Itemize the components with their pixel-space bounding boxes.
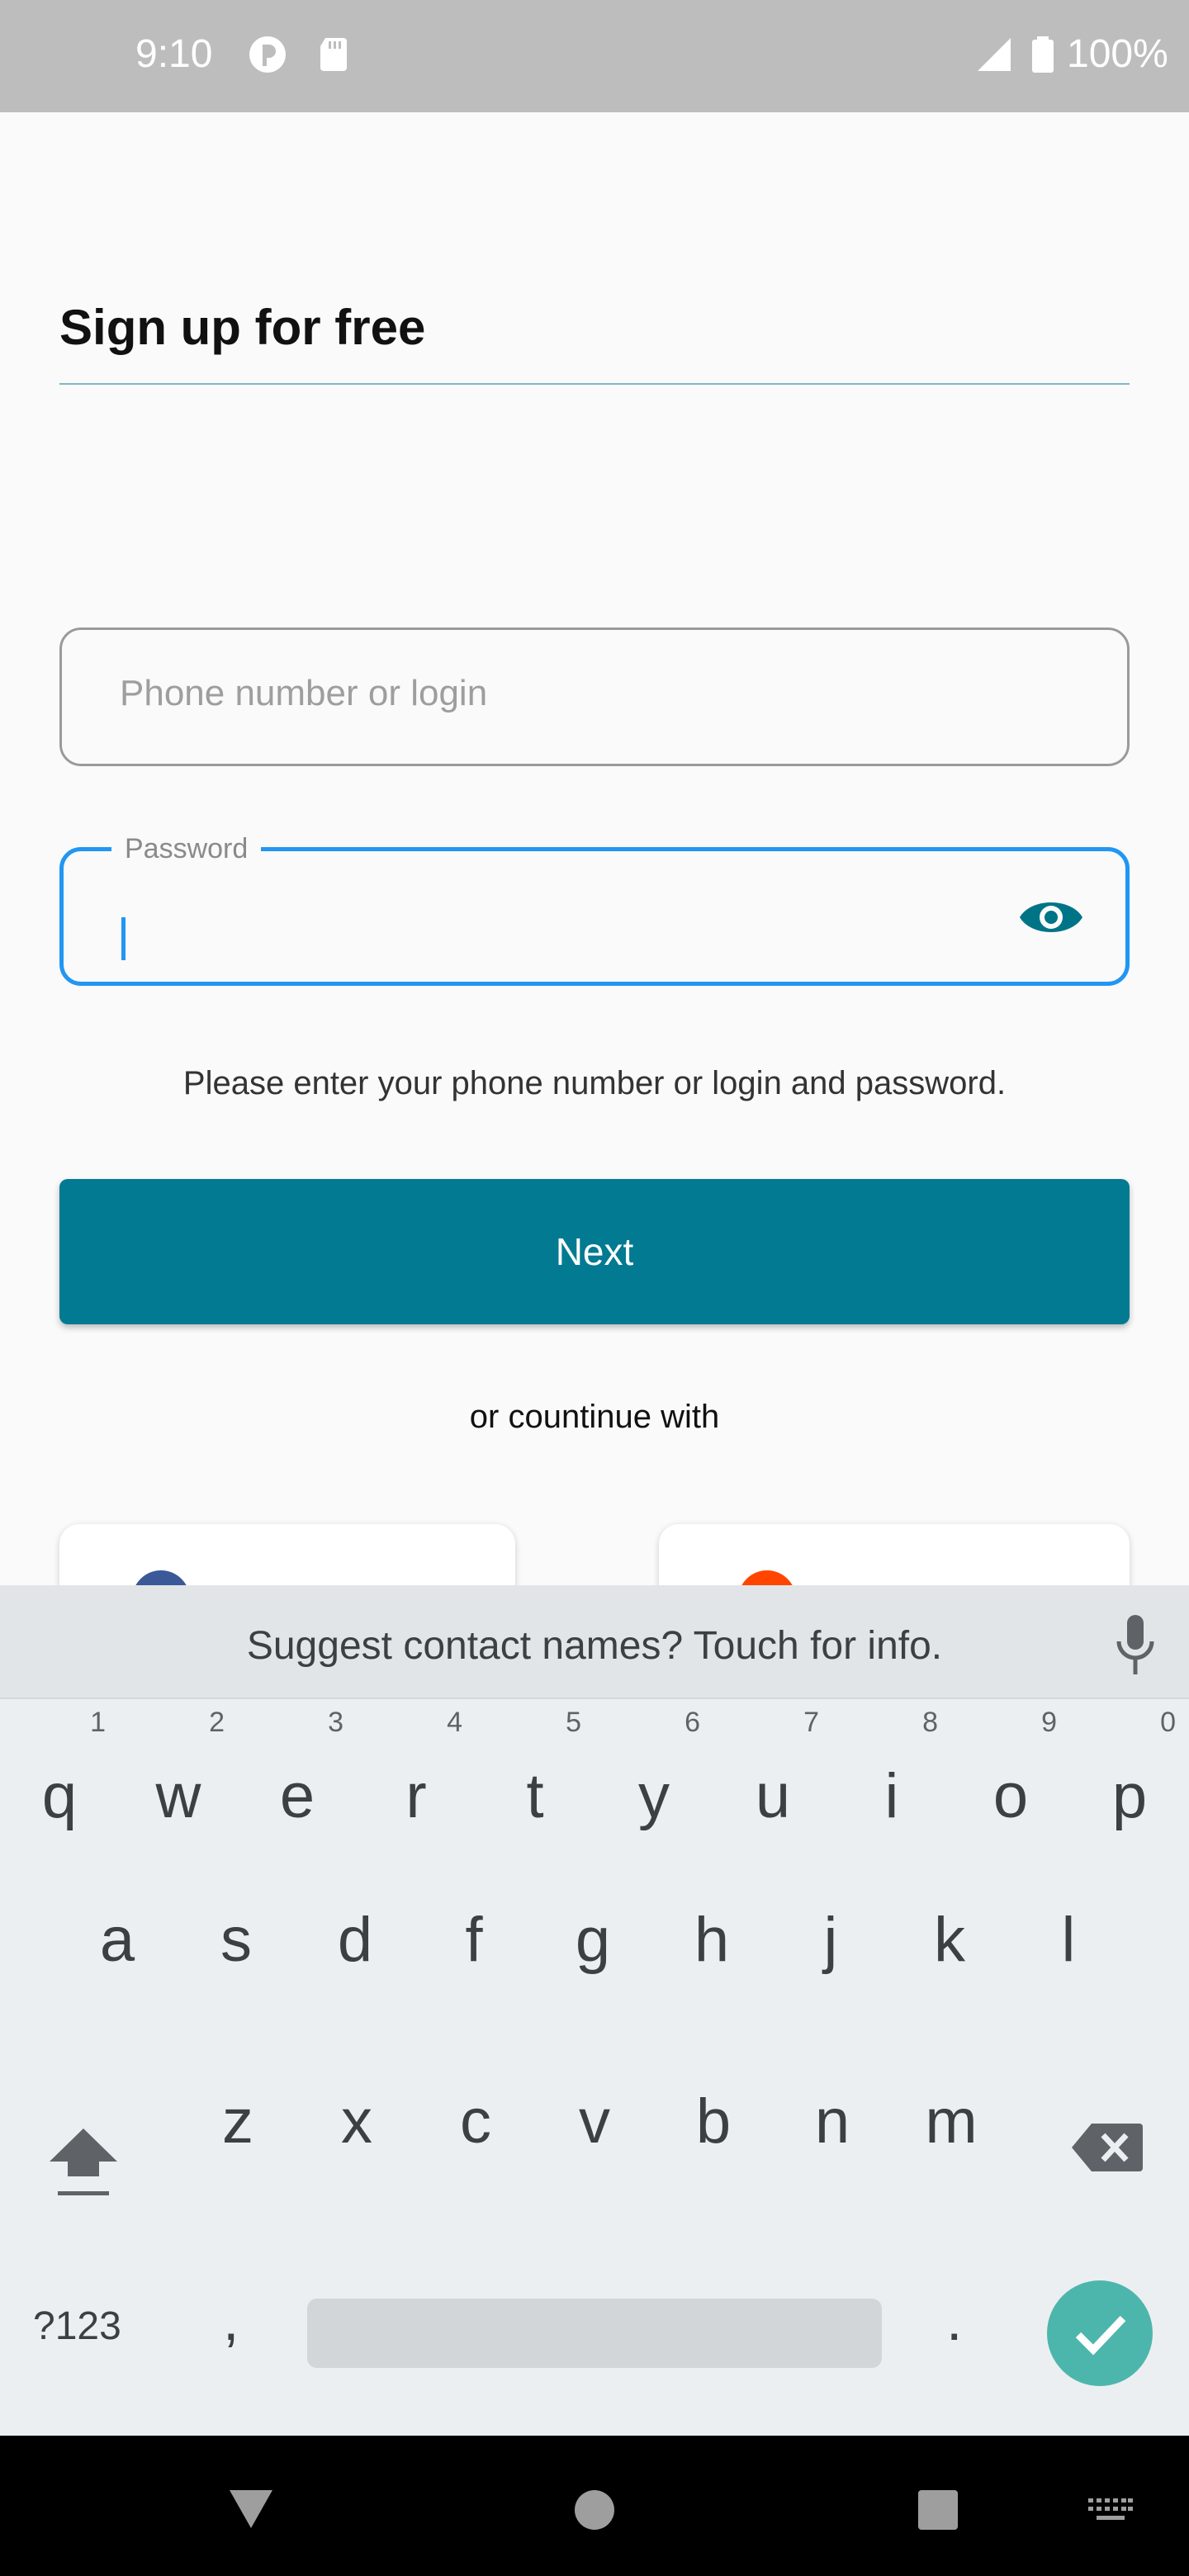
recents-nav-icon[interactable] [917, 2488, 959, 2531]
key-letter: u [755, 1761, 791, 1831]
symbols-key[interactable]: ?123 [33, 2304, 121, 2349]
or-continue-text: or countinue with [469, 1399, 720, 1435]
phone-login-placeholder: Phone number or login [120, 673, 488, 713]
suggestion-strip[interactable]: Suggest contact names? Touch for info. [0, 1585, 1189, 1699]
key-hint-number: 2 [209, 1707, 225, 1738]
key-z[interactable]: z [180, 2064, 296, 2229]
key-h[interactable]: h [654, 1882, 770, 2048]
key-s[interactable]: s [178, 1882, 294, 2048]
home-nav-icon[interactable] [573, 2488, 616, 2531]
key-hint-number: 1 [90, 1707, 106, 1738]
key-letter: o [992, 1761, 1029, 1831]
key-u[interactable]: 7u [715, 1706, 831, 1871]
shift-icon[interactable] [46, 2124, 121, 2198]
key-p[interactable]: 0p [1072, 1706, 1187, 1871]
key-q[interactable]: 1q [2, 1706, 117, 1871]
battery-icon [1032, 36, 1054, 73]
enter-key[interactable] [1047, 2280, 1153, 2386]
helper-text: Please enter your phone number or login … [182, 1065, 1007, 1101]
soft-keyboard: Suggest contact names? Touch for info. 1… [0, 1585, 1189, 2436]
key-hint-number: 0 [1160, 1707, 1176, 1738]
key-j[interactable]: j [773, 1882, 888, 2048]
period-key[interactable]: . [946, 2287, 962, 2353]
show-password-icon[interactable] [1018, 893, 1084, 942]
comma-key[interactable]: , [223, 2287, 239, 2353]
key-hint-number: 3 [328, 1707, 343, 1738]
key-v[interactable]: v [537, 2064, 652, 2229]
title-divider [59, 383, 1130, 385]
key-letter: t [526, 1761, 544, 1831]
status-bar: 9:10 100% [0, 0, 1189, 112]
key-m[interactable]: m [893, 2064, 1009, 2229]
key-t[interactable]: 5t [477, 1706, 593, 1871]
key-n[interactable]: n [775, 2064, 890, 2229]
page-title: Sign up for free [59, 300, 426, 355]
keyboard-switch-icon[interactable] [1088, 2498, 1133, 2523]
key-letter: p [1111, 1761, 1148, 1831]
signal-icon [978, 38, 1011, 71]
key-letter: i [884, 1761, 899, 1831]
status-time: 9:10 [135, 32, 213, 76]
password-field[interactable]: Password [59, 833, 1130, 986]
key-o[interactable]: 9o [953, 1706, 1068, 1871]
key-e[interactable]: 3e [239, 1706, 355, 1871]
key-a[interactable]: a [59, 1882, 175, 2048]
password-label: Password [111, 833, 262, 865]
key-c[interactable]: c [418, 2064, 533, 2229]
key-hint-number: 5 [566, 1707, 581, 1738]
key-r[interactable]: 4r [358, 1706, 474, 1871]
key-k[interactable]: k [892, 1882, 1007, 2048]
suggestion-text: Suggest contact names? Touch for info. [246, 1624, 943, 1668]
next-button[interactable]: Next [59, 1179, 1130, 1324]
key-b[interactable]: b [656, 2064, 771, 2229]
key-g[interactable]: g [535, 1882, 651, 2048]
key-letter: y [638, 1761, 670, 1831]
key-w[interactable]: 2w [121, 1706, 236, 1871]
key-l[interactable]: l [1011, 1882, 1126, 2048]
navigation-bar [0, 2436, 1189, 2576]
back-nav-icon[interactable] [228, 2488, 274, 2530]
key-hint-number: 9 [1041, 1707, 1057, 1738]
key-y[interactable]: 6y [596, 1706, 712, 1871]
key-hint-number: 7 [803, 1707, 819, 1738]
checkmark-icon [1075, 2315, 1126, 2356]
key-f[interactable]: f [416, 1882, 532, 2048]
battery-percentage: 100% [1067, 32, 1168, 76]
key-hint-number: 8 [922, 1707, 938, 1738]
space-key[interactable] [307, 2299, 882, 2368]
key-x[interactable]: x [299, 2064, 414, 2229]
key-i[interactable]: 8i [834, 1706, 950, 1871]
microphone-icon[interactable] [1113, 1613, 1158, 1676]
key-letter: q [41, 1761, 78, 1831]
app-notification-icon [249, 36, 286, 73]
text-cursor [121, 917, 126, 960]
key-letter: r [405, 1761, 427, 1831]
key-hint-number: 4 [447, 1707, 462, 1738]
key-d[interactable]: d [297, 1882, 413, 2048]
sd-card-icon [320, 38, 347, 71]
key-letter: w [155, 1761, 201, 1831]
backspace-icon[interactable] [1070, 2120, 1144, 2175]
phone-login-field[interactable]: Phone number or login [59, 627, 1130, 766]
key-letter: e [279, 1761, 315, 1831]
key-hint-number: 6 [685, 1707, 700, 1738]
